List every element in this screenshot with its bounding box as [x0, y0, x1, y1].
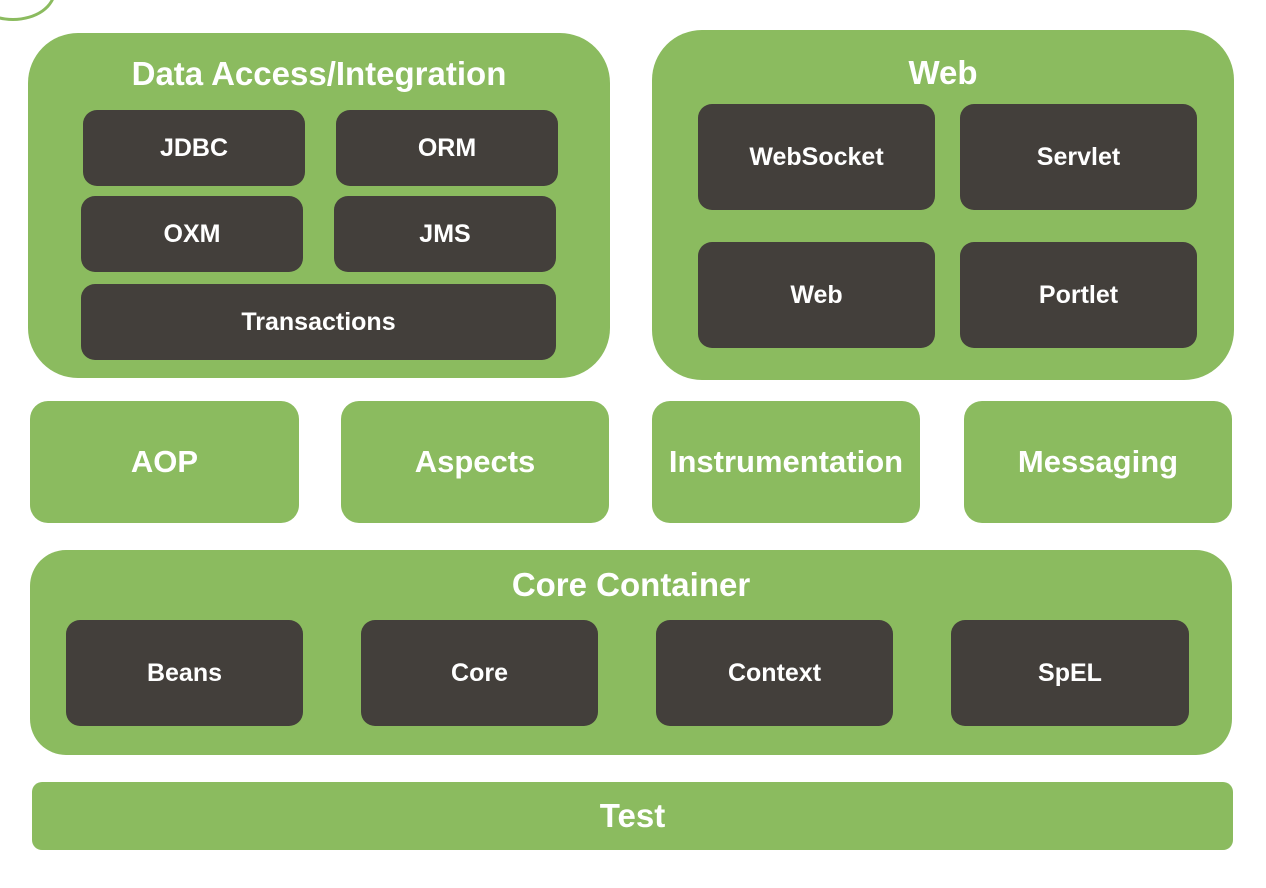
- module-orm: ORM: [336, 110, 558, 186]
- module-web: Web: [698, 242, 935, 348]
- module-jms: JMS: [334, 196, 556, 272]
- module-transactions: Transactions: [81, 284, 556, 360]
- module-portlet: Portlet: [960, 242, 1197, 348]
- module-aop: AOP: [30, 401, 299, 523]
- module-instrumentation: Instrumentation: [652, 401, 920, 523]
- module-context: Context: [656, 620, 893, 726]
- web-title: Web: [908, 54, 978, 91]
- logo-swirl-decoration: [0, 0, 56, 21]
- module-beans: Beans: [66, 620, 303, 726]
- module-aspects: Aspects: [341, 401, 609, 523]
- module-spel: SpEL: [951, 620, 1189, 726]
- module-messaging: Messaging: [964, 401, 1232, 523]
- module-oxm: OXM: [81, 196, 303, 272]
- core-container-title: Core Container: [511, 566, 751, 603]
- module-servlet: Servlet: [960, 104, 1197, 210]
- module-test: Test: [32, 782, 1233, 850]
- data-access-title: Data Access/Integration: [131, 55, 507, 92]
- module-core: Core: [361, 620, 598, 726]
- module-websocket: WebSocket: [698, 104, 935, 210]
- module-jdbc: JDBC: [83, 110, 305, 186]
